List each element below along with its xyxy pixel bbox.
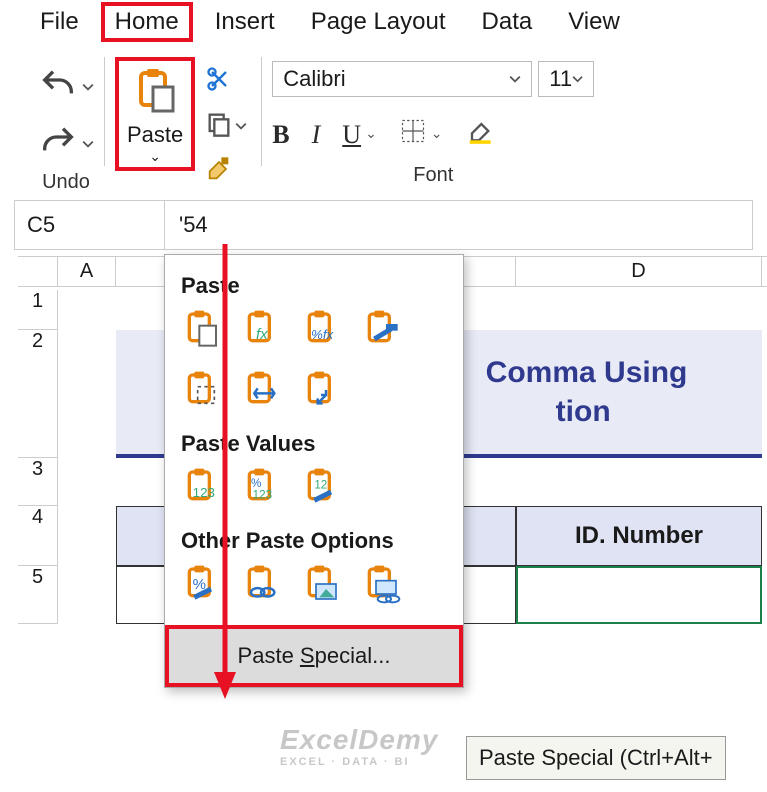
chevron-down-icon bbox=[572, 73, 583, 85]
tab-file[interactable]: File bbox=[40, 8, 79, 36]
title-part3: tion bbox=[556, 395, 611, 428]
name-box[interactable]: C5 bbox=[15, 201, 165, 249]
paste-special-menuitem[interactable]: Paste Special... bbox=[165, 625, 463, 687]
paste-dropdown-panel: Paste fx %fx Paste Values 123 %123 12 Ot… bbox=[164, 254, 464, 688]
paste-option-keep-source-formatting[interactable] bbox=[361, 309, 401, 352]
bold-button[interactable]: B bbox=[272, 120, 289, 150]
title-part2: Comma Using bbox=[486, 356, 688, 389]
paste-split-button[interactable]: Paste ⌄ bbox=[115, 57, 195, 171]
paste-link-option[interactable] bbox=[241, 564, 281, 607]
svg-text:123: 123 bbox=[193, 485, 215, 500]
row-header-1[interactable]: 1 bbox=[18, 290, 58, 330]
redo-icon bbox=[38, 122, 78, 165]
paste-option-no-borders[interactable] bbox=[181, 370, 221, 413]
chevron-down-icon bbox=[82, 81, 94, 93]
formula-bar-row: C5 '54 bbox=[14, 200, 753, 250]
paste-linked-picture-option[interactable] bbox=[361, 564, 401, 607]
group-clipboard: Paste ⌄ bbox=[105, 51, 261, 194]
paste-section-title: Paste bbox=[181, 273, 447, 299]
row-header-4[interactable]: 4 bbox=[18, 506, 58, 566]
paste-values-source-formatting[interactable]: 12 bbox=[301, 467, 341, 510]
ribbon-tabbar: File Home Insert Page Layout Data View bbox=[0, 0, 767, 44]
chevron-down-icon bbox=[82, 138, 94, 150]
font-size-value: 11 bbox=[549, 66, 572, 92]
tab-home[interactable]: Home bbox=[101, 2, 193, 42]
svg-text:123: 123 bbox=[253, 489, 272, 502]
chevron-down-icon: ⌄ bbox=[149, 148, 161, 165]
svg-text:12: 12 bbox=[314, 479, 327, 492]
paste-picture-option[interactable] bbox=[301, 564, 341, 607]
paste-special-label: Paste Special... bbox=[238, 643, 391, 668]
paste-special-tooltip: Paste Special (Ctrl+Alt+ bbox=[466, 736, 726, 780]
format-painter-button[interactable] bbox=[205, 155, 247, 186]
row-header-2[interactable]: 2 bbox=[18, 330, 58, 458]
fill-color-icon bbox=[465, 117, 493, 152]
chevron-down-icon: ⌄ bbox=[431, 126, 443, 143]
chevron-down-icon bbox=[235, 120, 247, 132]
row-headers: 1 2 3 4 5 bbox=[18, 290, 58, 624]
font-size-select[interactable]: 11 bbox=[538, 61, 594, 97]
other-paste-section-title: Other Paste Options bbox=[181, 528, 447, 554]
paste-label: Paste bbox=[127, 122, 183, 148]
paste-option-keep-column-widths[interactable] bbox=[241, 370, 281, 413]
copy-button[interactable] bbox=[205, 110, 247, 141]
underline-label: U bbox=[342, 120, 361, 150]
row-header-5[interactable]: 5 bbox=[18, 566, 58, 624]
col-header-A[interactable]: A bbox=[58, 257, 116, 286]
paste-option-all[interactable] bbox=[181, 309, 221, 352]
undo-icon bbox=[38, 65, 78, 108]
paste-option-formulas[interactable]: fx bbox=[241, 309, 281, 352]
tab-view[interactable]: View bbox=[568, 8, 620, 36]
tab-insert[interactable]: Insert bbox=[215, 8, 275, 36]
paste-values-number-format[interactable]: %123 bbox=[241, 467, 281, 510]
paste-values-section-title: Paste Values bbox=[181, 431, 447, 457]
fill-color-button[interactable] bbox=[465, 117, 493, 152]
select-all-corner[interactable] bbox=[18, 257, 58, 286]
italic-button[interactable]: I bbox=[312, 120, 321, 150]
tab-data[interactable]: Data bbox=[482, 8, 533, 36]
row-header-3[interactable]: 3 bbox=[18, 458, 58, 506]
formula-bar[interactable]: '54 bbox=[165, 201, 752, 249]
paste-option-formulas-number-format[interactable]: %fx bbox=[301, 309, 341, 352]
tab-page-layout[interactable]: Page Layout bbox=[311, 8, 446, 36]
group-undo: Undo bbox=[28, 51, 104, 194]
paste-values-option[interactable]: 123 bbox=[181, 467, 221, 510]
underline-button[interactable]: U ⌄ bbox=[342, 120, 377, 150]
font-name-value: Calibri bbox=[283, 66, 345, 92]
cell-D5-selected[interactable] bbox=[516, 566, 762, 624]
copy-icon bbox=[205, 110, 233, 141]
watermark: ExcelDemy EXCEL · DATA · BI bbox=[280, 724, 438, 768]
svg-text:fx: fx bbox=[256, 326, 268, 343]
chevron-down-icon bbox=[509, 73, 521, 85]
chevron-down-icon: ⌄ bbox=[365, 126, 377, 143]
col-header-D[interactable]: D bbox=[516, 257, 762, 286]
redo-button[interactable] bbox=[38, 122, 94, 165]
watermark-sub: EXCEL · DATA · BI bbox=[280, 756, 438, 768]
cut-button[interactable] bbox=[205, 65, 247, 96]
undo-button[interactable] bbox=[38, 65, 94, 108]
group-label-undo: Undo bbox=[42, 171, 90, 194]
watermark-main: ExcelDemy bbox=[280, 724, 438, 755]
paste-option-transpose[interactable] bbox=[301, 370, 341, 413]
borders-icon bbox=[399, 117, 427, 152]
group-font: Calibri 11 B I U ⌄ bbox=[262, 51, 594, 194]
borders-button[interactable]: ⌄ bbox=[399, 117, 443, 152]
svg-text:%fx: %fx bbox=[311, 327, 335, 342]
cell-D4[interactable]: ID. Number bbox=[516, 506, 762, 566]
font-name-select[interactable]: Calibri bbox=[272, 61, 532, 97]
group-label-font: Font bbox=[413, 164, 453, 187]
paste-formatting-option[interactable]: % bbox=[181, 564, 221, 607]
ribbon: Undo Paste ⌄ bbox=[0, 50, 767, 194]
paste-icon bbox=[131, 67, 179, 118]
